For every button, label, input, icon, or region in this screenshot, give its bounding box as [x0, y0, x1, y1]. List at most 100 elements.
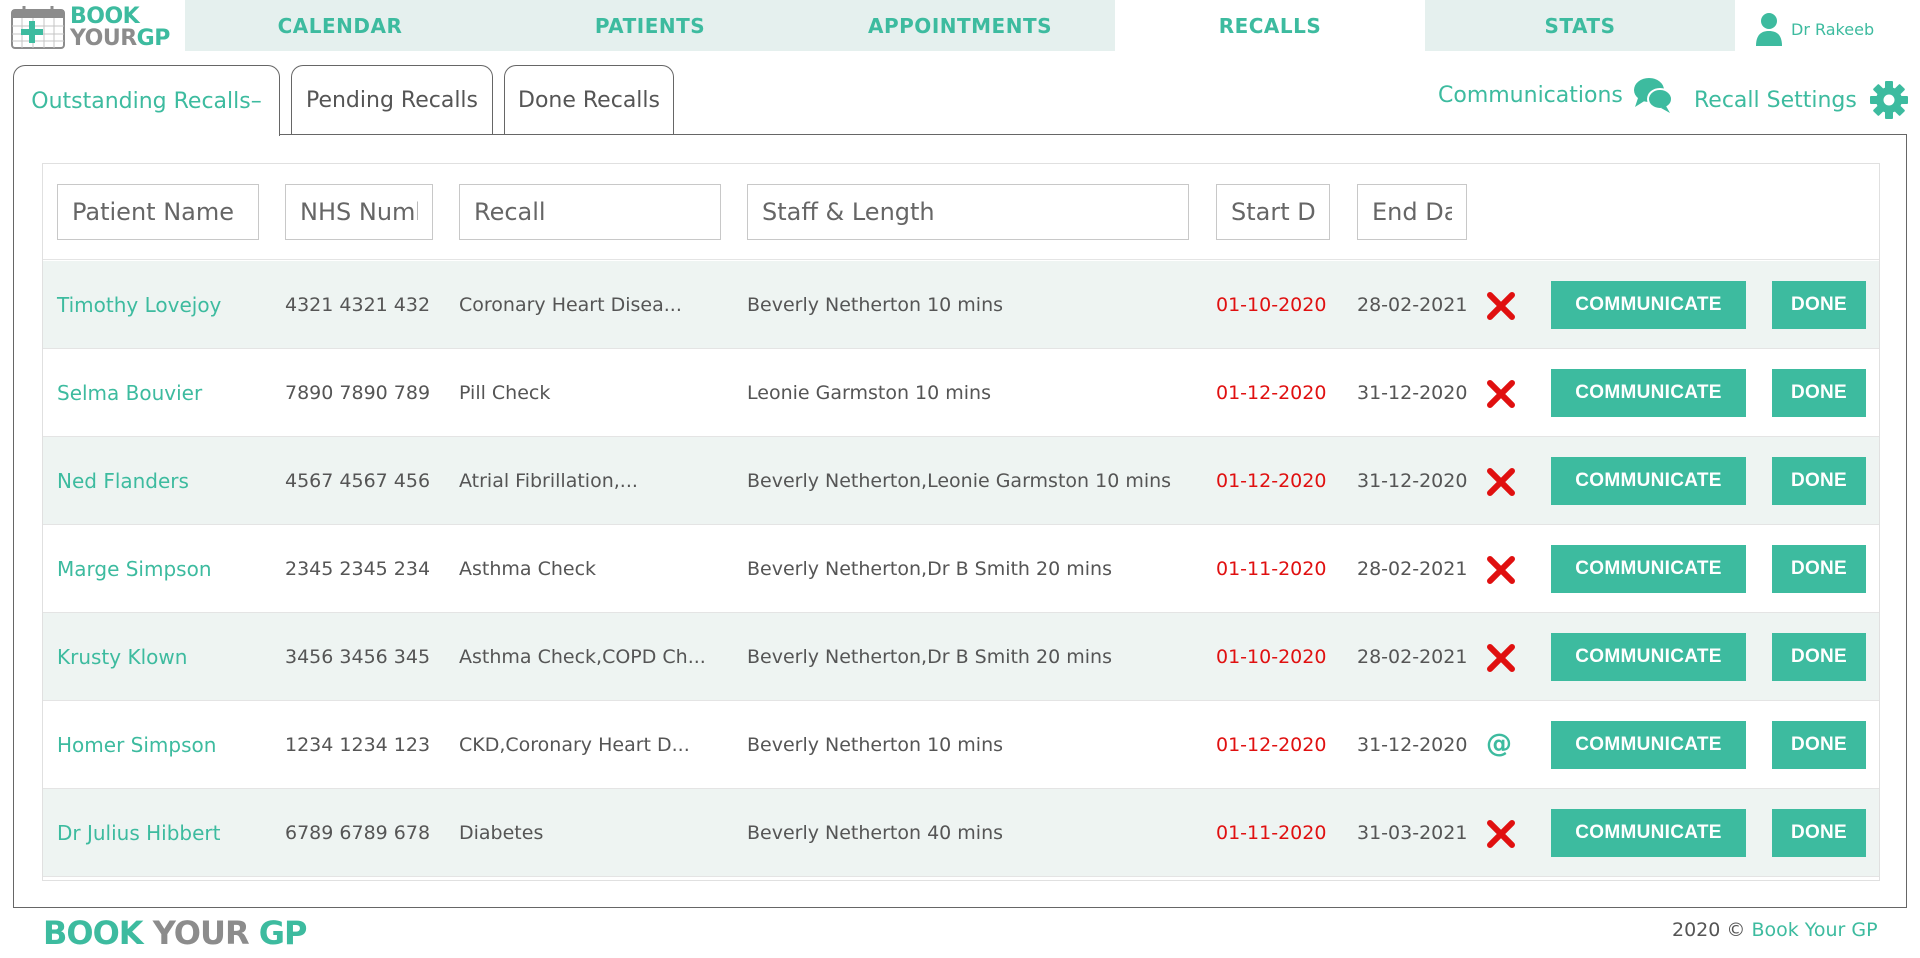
table-row: Timothy Lovejoy 4321 4321 432 Coronary Hea… — [43, 261, 1879, 349]
filter-row — [43, 164, 1879, 260]
end-date-cell: 31-12-2020 — [1357, 470, 1468, 492]
patient-name-cell[interactable]: Ned Flanders — [57, 437, 189, 525]
staff-length-cell: Beverly Netherton 10 mins — [747, 294, 1004, 316]
logo-your: YOUR — [70, 26, 137, 51]
chat-bubbles-icon — [1633, 78, 1673, 113]
staff-length-cell: Beverly Netherton,Dr B Smith 20 mins — [747, 646, 1112, 668]
recalls-table: Timothy Lovejoy 4321 4321 432 Coronary Hea… — [42, 163, 1880, 881]
recall-cell: Atrial Fibrillation,... — [459, 470, 638, 492]
end-date-cell: 28-02-2021 — [1357, 558, 1468, 580]
nhs-number-cell: 1234 1234 123 — [285, 734, 431, 756]
gear-icon — [1869, 81, 1908, 119]
start-date-cell: 01-12-2020 — [1216, 734, 1327, 756]
staff-length-cell: Leonie Garmston 10 mins — [747, 382, 991, 404]
end-date-cell: 28-02-2021 — [1357, 294, 1468, 316]
nhs-number-cell: 2345 2345 234 — [285, 558, 431, 580]
table-row: Krusty Klown 3456 3456 345 Asthma Check,CO… — [43, 613, 1879, 701]
communicate-button[interactable]: COMMUNICATE — [1551, 369, 1746, 417]
logo-book: BOOK — [70, 4, 140, 29]
recall-settings-link[interactable]: Recall Settings — [1694, 80, 1909, 120]
cross-icon[interactable] — [1486, 819, 1516, 849]
end-date-cell: 31-12-2020 — [1357, 382, 1468, 404]
patient-name-cell[interactable]: Homer Simpson — [57, 701, 216, 789]
table-row: Marge Simpson 2345 2345 234 Asthma Check Be… — [43, 525, 1879, 613]
start-date-cell: 01-12-2020 — [1216, 470, 1327, 492]
communications-link[interactable]: Communications — [1438, 76, 1673, 114]
copyright-text: 2020 © — [1672, 919, 1746, 941]
footer-logo-gp: GP — [258, 914, 308, 952]
user-menu[interactable]: Dr Rakeeb — [1755, 12, 1874, 46]
communicate-button[interactable]: COMMUNICATE — [1551, 281, 1746, 329]
main-nav-tabs: CALENDAR PATIENTS APPOINTMENTS RECALLS S… — [185, 0, 1735, 51]
top-navigation: BOOK YOURGP CALENDAR PATIENTS APPOINTMEN… — [0, 0, 1920, 51]
end-date-cell: 31-03-2021 — [1357, 822, 1468, 844]
nhs-number-cell: 4567 4567 456 — [285, 470, 431, 492]
tab-calendar[interactable]: CALENDAR — [185, 0, 495, 51]
patient-name-cell[interactable]: Selma Bouvier — [57, 349, 202, 437]
tab-recalls[interactable]: RECALLS — [1115, 0, 1425, 51]
cross-icon[interactable] — [1486, 379, 1516, 409]
cross-icon[interactable] — [1486, 643, 1516, 673]
staff-length-filter[interactable] — [747, 184, 1189, 240]
start-date-cell: 01-11-2020 — [1216, 822, 1327, 844]
start-date-cell: 01-12-2020 — [1216, 382, 1327, 404]
recall-cell: Pill Check — [459, 382, 551, 404]
done-button[interactable]: DONE — [1772, 809, 1866, 857]
patient-name-filter[interactable] — [57, 184, 259, 240]
subtab-outstanding-recalls[interactable]: Outstanding Recalls– — [13, 65, 280, 136]
app-logo[interactable]: BOOK YOURGP — [10, 4, 185, 52]
patient-name-cell[interactable]: Krusty Klown — [57, 613, 187, 701]
done-button[interactable]: DONE — [1772, 457, 1866, 505]
recall-settings-label: Recall Settings — [1694, 87, 1857, 113]
cross-icon[interactable] — [1486, 555, 1516, 585]
tab-appointments[interactable]: APPOINTMENTS — [805, 0, 1115, 51]
recalls-panel: Timothy Lovejoy 4321 4321 432 Coronary Hea… — [13, 134, 1907, 908]
footer-copyright: 2020 © Book Your GP — [1672, 919, 1878, 941]
table-row: Ned Flanders 4567 4567 456 Atrial Fibrilla… — [43, 437, 1879, 525]
communicate-button[interactable]: COMMUNICATE — [1551, 545, 1746, 593]
done-button[interactable]: DONE — [1772, 281, 1866, 329]
tab-patients[interactable]: PATIENTS — [495, 0, 805, 51]
recall-cell: Asthma Check,COPD Ch... — [459, 646, 706, 668]
table-row: Homer Simpson 1234 1234 123 CKD,Coronary H… — [43, 701, 1879, 789]
footer-logo-your: YOUR — [152, 914, 250, 952]
start-date-cell: 01-11-2020 — [1216, 558, 1327, 580]
communicate-button[interactable]: COMMUNICATE — [1551, 721, 1746, 769]
done-button[interactable]: DONE — [1772, 633, 1866, 681]
nhs-number-filter[interactable] — [285, 184, 433, 240]
table-row: Dr Julius Hibbert 6789 6789 678 Diabetes Be… — [43, 789, 1879, 877]
start-date-filter[interactable] — [1216, 184, 1330, 240]
cross-icon[interactable] — [1486, 291, 1516, 321]
communicate-button[interactable]: COMMUNICATE — [1551, 457, 1746, 505]
patient-name-cell[interactable]: Timothy Lovejoy — [57, 261, 221, 349]
end-date-filter[interactable] — [1357, 184, 1467, 240]
staff-length-cell: Beverly Netherton 40 mins — [747, 822, 1004, 844]
done-button[interactable]: DONE — [1772, 369, 1866, 417]
subtab-pending-recalls[interactable]: Pending Recalls — [291, 65, 493, 135]
done-button[interactable]: DONE — [1772, 545, 1866, 593]
nhs-number-cell: 6789 6789 678 — [285, 822, 431, 844]
nhs-number-cell: 7890 7890 789 — [285, 382, 431, 404]
communications-label: Communications — [1438, 82, 1623, 108]
recall-cell: CKD,Coronary Heart D... — [459, 734, 690, 756]
patient-name-cell[interactable]: Dr Julius Hibbert — [57, 789, 220, 877]
footer-brand-link[interactable]: Book Your GP — [1751, 919, 1877, 941]
communicate-button[interactable]: COMMUNICATE — [1551, 809, 1746, 857]
nhs-number-cell: 3456 3456 345 — [285, 646, 431, 668]
subtab-done-recalls[interactable]: Done Recalls — [504, 65, 674, 135]
communicate-button[interactable]: COMMUNICATE — [1551, 633, 1746, 681]
recall-filter[interactable] — [459, 184, 721, 240]
end-date-cell: 31-12-2020 — [1357, 734, 1468, 756]
logo-gp: GP — [136, 26, 171, 51]
staff-length-cell: Beverly Netherton 10 mins — [747, 734, 1004, 756]
patient-name-cell[interactable]: Marge Simpson — [57, 525, 212, 613]
recall-cell: Asthma Check — [459, 558, 597, 580]
done-button[interactable]: DONE — [1772, 721, 1866, 769]
tab-stats[interactable]: STATS — [1425, 0, 1735, 51]
end-date-cell: 28-02-2021 — [1357, 646, 1468, 668]
cross-icon[interactable] — [1486, 467, 1516, 497]
logo-wordmark: BOOK YOURGP — [70, 6, 170, 50]
at-icon[interactable]: @ — [1486, 727, 1512, 761]
user-icon — [1756, 13, 1782, 46]
staff-length-cell: Beverly Netherton,Dr B Smith 20 mins — [747, 558, 1112, 580]
